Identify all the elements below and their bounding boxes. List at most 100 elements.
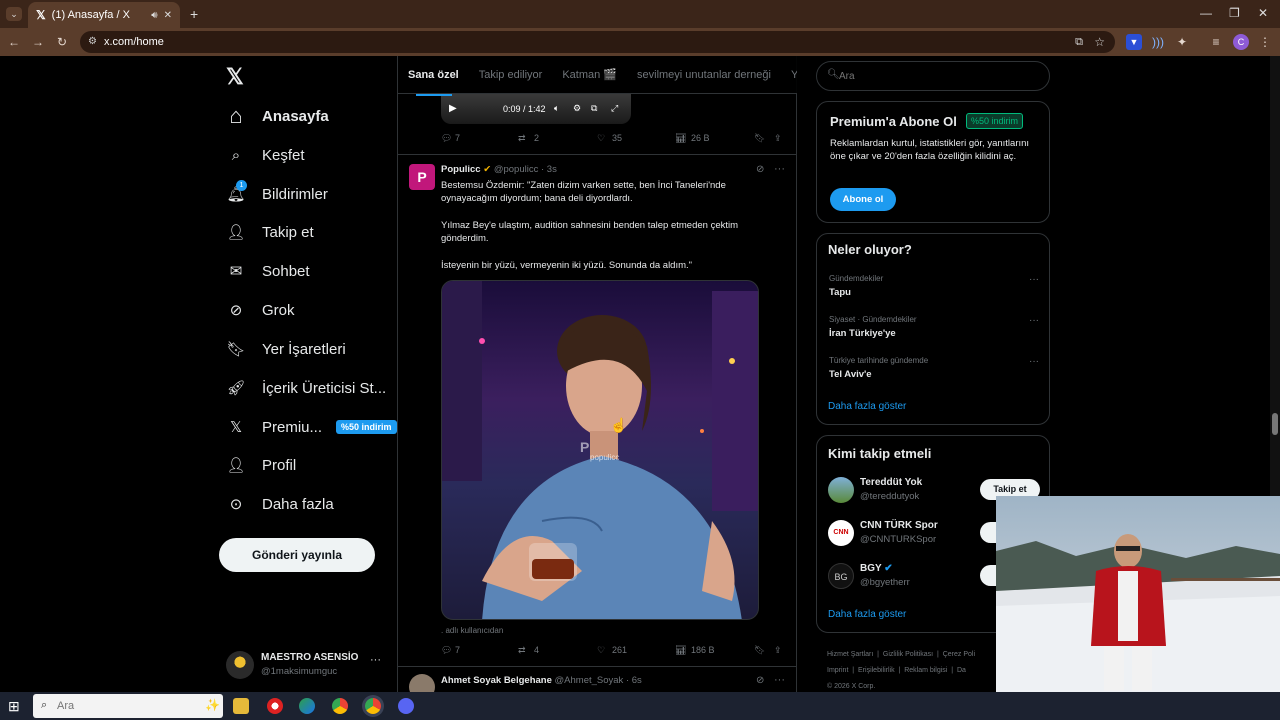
settings-icon[interactable]: ⚙ [573,103,581,114]
user-name[interactable]: BGY [860,563,882,574]
new-tab-icon[interactable]: + [190,6,198,22]
play-icon[interactable]: ▶ [449,103,457,114]
reply-icon[interactable]: 💬︎ [441,645,452,656]
nav-item-follow[interactable]: 👤︎ Takip et [226,217,313,247]
retweet-icon[interactable]: ⇄ [518,645,526,656]
post-button[interactable]: Gönderi yayınla [219,538,375,572]
tweet-handle[interactable]: @Ahmet_Soyak [555,675,624,686]
footer-link[interactable]: Hizmet Şartları [827,651,873,658]
nav-item-more-circle[interactable]: ⊙ Daha fazla [226,489,334,519]
window-close-icon[interactable]: ✕ [1258,6,1268,20]
footer-link[interactable]: Reklam bilgisi [904,667,947,674]
tab-katman[interactable]: Katman 🎬 [562,68,617,81]
app-icon[interactable] [267,698,283,714]
tweet-video[interactable]: P populicc [441,280,759,620]
profile-avatar-icon[interactable]: C [1233,34,1249,50]
tweet-time[interactable]: · 6s [626,675,642,686]
bookmark-icon[interactable]: 🔖︎ [754,645,765,656]
back-icon[interactable]: ← [6,34,22,50]
show-more-link[interactable]: Daha fazla göster [828,401,906,412]
tab-search-icon[interactable]: ⌄ [6,7,22,21]
tweet-author[interactable]: Populicc [441,164,481,175]
extension-icon[interactable]: ▼ [1126,34,1142,50]
search-box[interactable]: 🔍︎ [816,61,1050,91]
reload-icon[interactable]: ↻ [54,34,70,50]
forward-icon[interactable]: → [30,34,46,50]
install-icon[interactable]: ⧉ [1075,31,1083,53]
scrollbar-thumb[interactable] [1272,413,1278,435]
views-icon[interactable]: 📊︎ [675,645,686,656]
views-icon[interactable]: 📊︎ [675,133,686,144]
bookmark-star-icon[interactable]: ☆ [1094,31,1105,53]
nav-item-grok[interactable]: ⊘ Grok [226,295,295,325]
grok-icon[interactable]: ⊘ [756,164,764,175]
search-input[interactable] [839,68,1039,84]
share-icon[interactable]: ⇪ [774,133,782,144]
nav-item-bookmark[interactable]: 🔖︎ Yer İşaretleri [226,334,345,364]
nav-item-profile[interactable]: 👤︎ Profil [226,450,296,480]
trend-name[interactable]: Tel Aviv'e [829,369,872,380]
nav-item-search[interactable]: ⌕ Keşfet [226,140,305,170]
address-bar[interactable]: ⚙ x.com/home ⧉ ☆ [80,31,1115,53]
trend-name[interactable]: İran Türkiye'ye [829,328,896,339]
share-icon[interactable]: ⇪ [774,645,782,656]
nav-item-x-premium[interactable]: 𝕏 Premiu... %50 indirim [226,412,397,442]
more-dots-icon[interactable]: ··· [1029,356,1039,367]
volume-icon[interactable]: 🔈︎ [554,103,559,114]
tweet-handle[interactable]: @populicc [494,164,539,175]
restore-icon[interactable]: ❐ [1229,6,1240,20]
tweet-time[interactable]: · 3s [541,164,557,175]
tab-following[interactable]: Takip ediliyor [479,69,543,81]
reply-icon[interactable]: 💬︎ [441,133,452,144]
retweet-icon[interactable]: ⇄ [518,133,526,144]
media-control-icon[interactable]: ≡ [1208,34,1224,50]
user-name[interactable]: CNN TÜRK Spor [860,520,938,531]
video-player[interactable]: ▶ 0:09 / 1:42 🔈︎ ⚙ ⧉ ⤢ [441,94,631,124]
footer-link[interactable]: Gizlilik Politikası [883,651,933,658]
nav-item-bell[interactable]: 🔔︎ 1 Bildirimler [226,179,328,209]
more-dots-icon[interactable]: ··· [774,163,785,175]
grok-icon[interactable]: ⊘ [756,675,764,686]
like-icon[interactable]: ♡ [597,133,605,144]
populicc-avatar[interactable]: P [409,164,435,190]
taskbar-search-input[interactable] [57,698,177,714]
more-dots-icon[interactable]: ··· [1029,315,1039,326]
tab-close-icon[interactable]: ✕ [164,10,172,21]
x-logo-icon[interactable]: 𝕏 [226,64,244,90]
minimize-icon[interactable]: — [1200,6,1212,20]
taskbar-search[interactable]: ⌕ ✨ [33,694,223,718]
chrome-icon[interactable] [332,698,348,714]
file-explorer-icon[interactable] [233,698,249,714]
tab-for-you[interactable]: Sana özel [408,69,459,81]
trend-name[interactable]: Tapu [829,287,851,298]
show-more-link[interactable]: Daha fazla göster [828,609,906,620]
speaker-icon[interactable]: 🔊︎ [151,10,157,21]
menu-kebab-icon[interactable]: ⋮ [1257,34,1273,50]
bookmark-icon[interactable]: 🔖︎ [754,133,765,144]
more-dots-icon[interactable]: ··· [1029,274,1039,285]
account-switcher[interactable]: MAESTRO ASENSİO @1maksimumguc ··· [226,649,386,683]
footer-link[interactable]: Da [957,667,966,674]
user-name[interactable]: Tereddüt Yok [860,477,922,488]
footer-link[interactable]: Imprint [827,667,848,674]
chrome-active-icon[interactable] [365,698,381,714]
more-dots-icon[interactable]: ··· [370,654,381,666]
pip-icon[interactable]: ⧉ [591,103,597,114]
extensions-puzzle-icon[interactable]: ✦ [1174,34,1190,50]
nav-item-rocket[interactable]: 🚀︎ İçerik Üreticisi St... [226,373,386,403]
more-dots-icon[interactable]: ··· [774,674,785,686]
tab-more[interactable]: Ya [791,69,797,81]
edge-icon[interactable] [299,698,315,714]
next-tweet-avatar[interactable] [409,674,435,692]
fullscreen-icon[interactable]: ⤢ [611,103,618,114]
windows-start-icon[interactable]: ⊞ [8,698,20,715]
tweet-author[interactable]: Ahmet Soyak Belgehane [441,675,552,686]
subscribe-button[interactable]: Abone ol [830,188,896,211]
discord-icon[interactable] [398,698,414,714]
browser-tab[interactable]: 𝕏 (1) Anasayfa / X 🔊︎ ✕ [28,2,180,28]
translate-extension-icon[interactable]: ))) [1150,34,1166,50]
nav-item-home[interactable]: ⌂ Anasayfa [226,101,328,131]
footer-link[interactable]: Erişilebilirlik [858,667,895,674]
bgy-avatar[interactable]: BG [828,563,854,589]
nav-item-mail[interactable]: ✉ Sohbet [226,256,310,286]
